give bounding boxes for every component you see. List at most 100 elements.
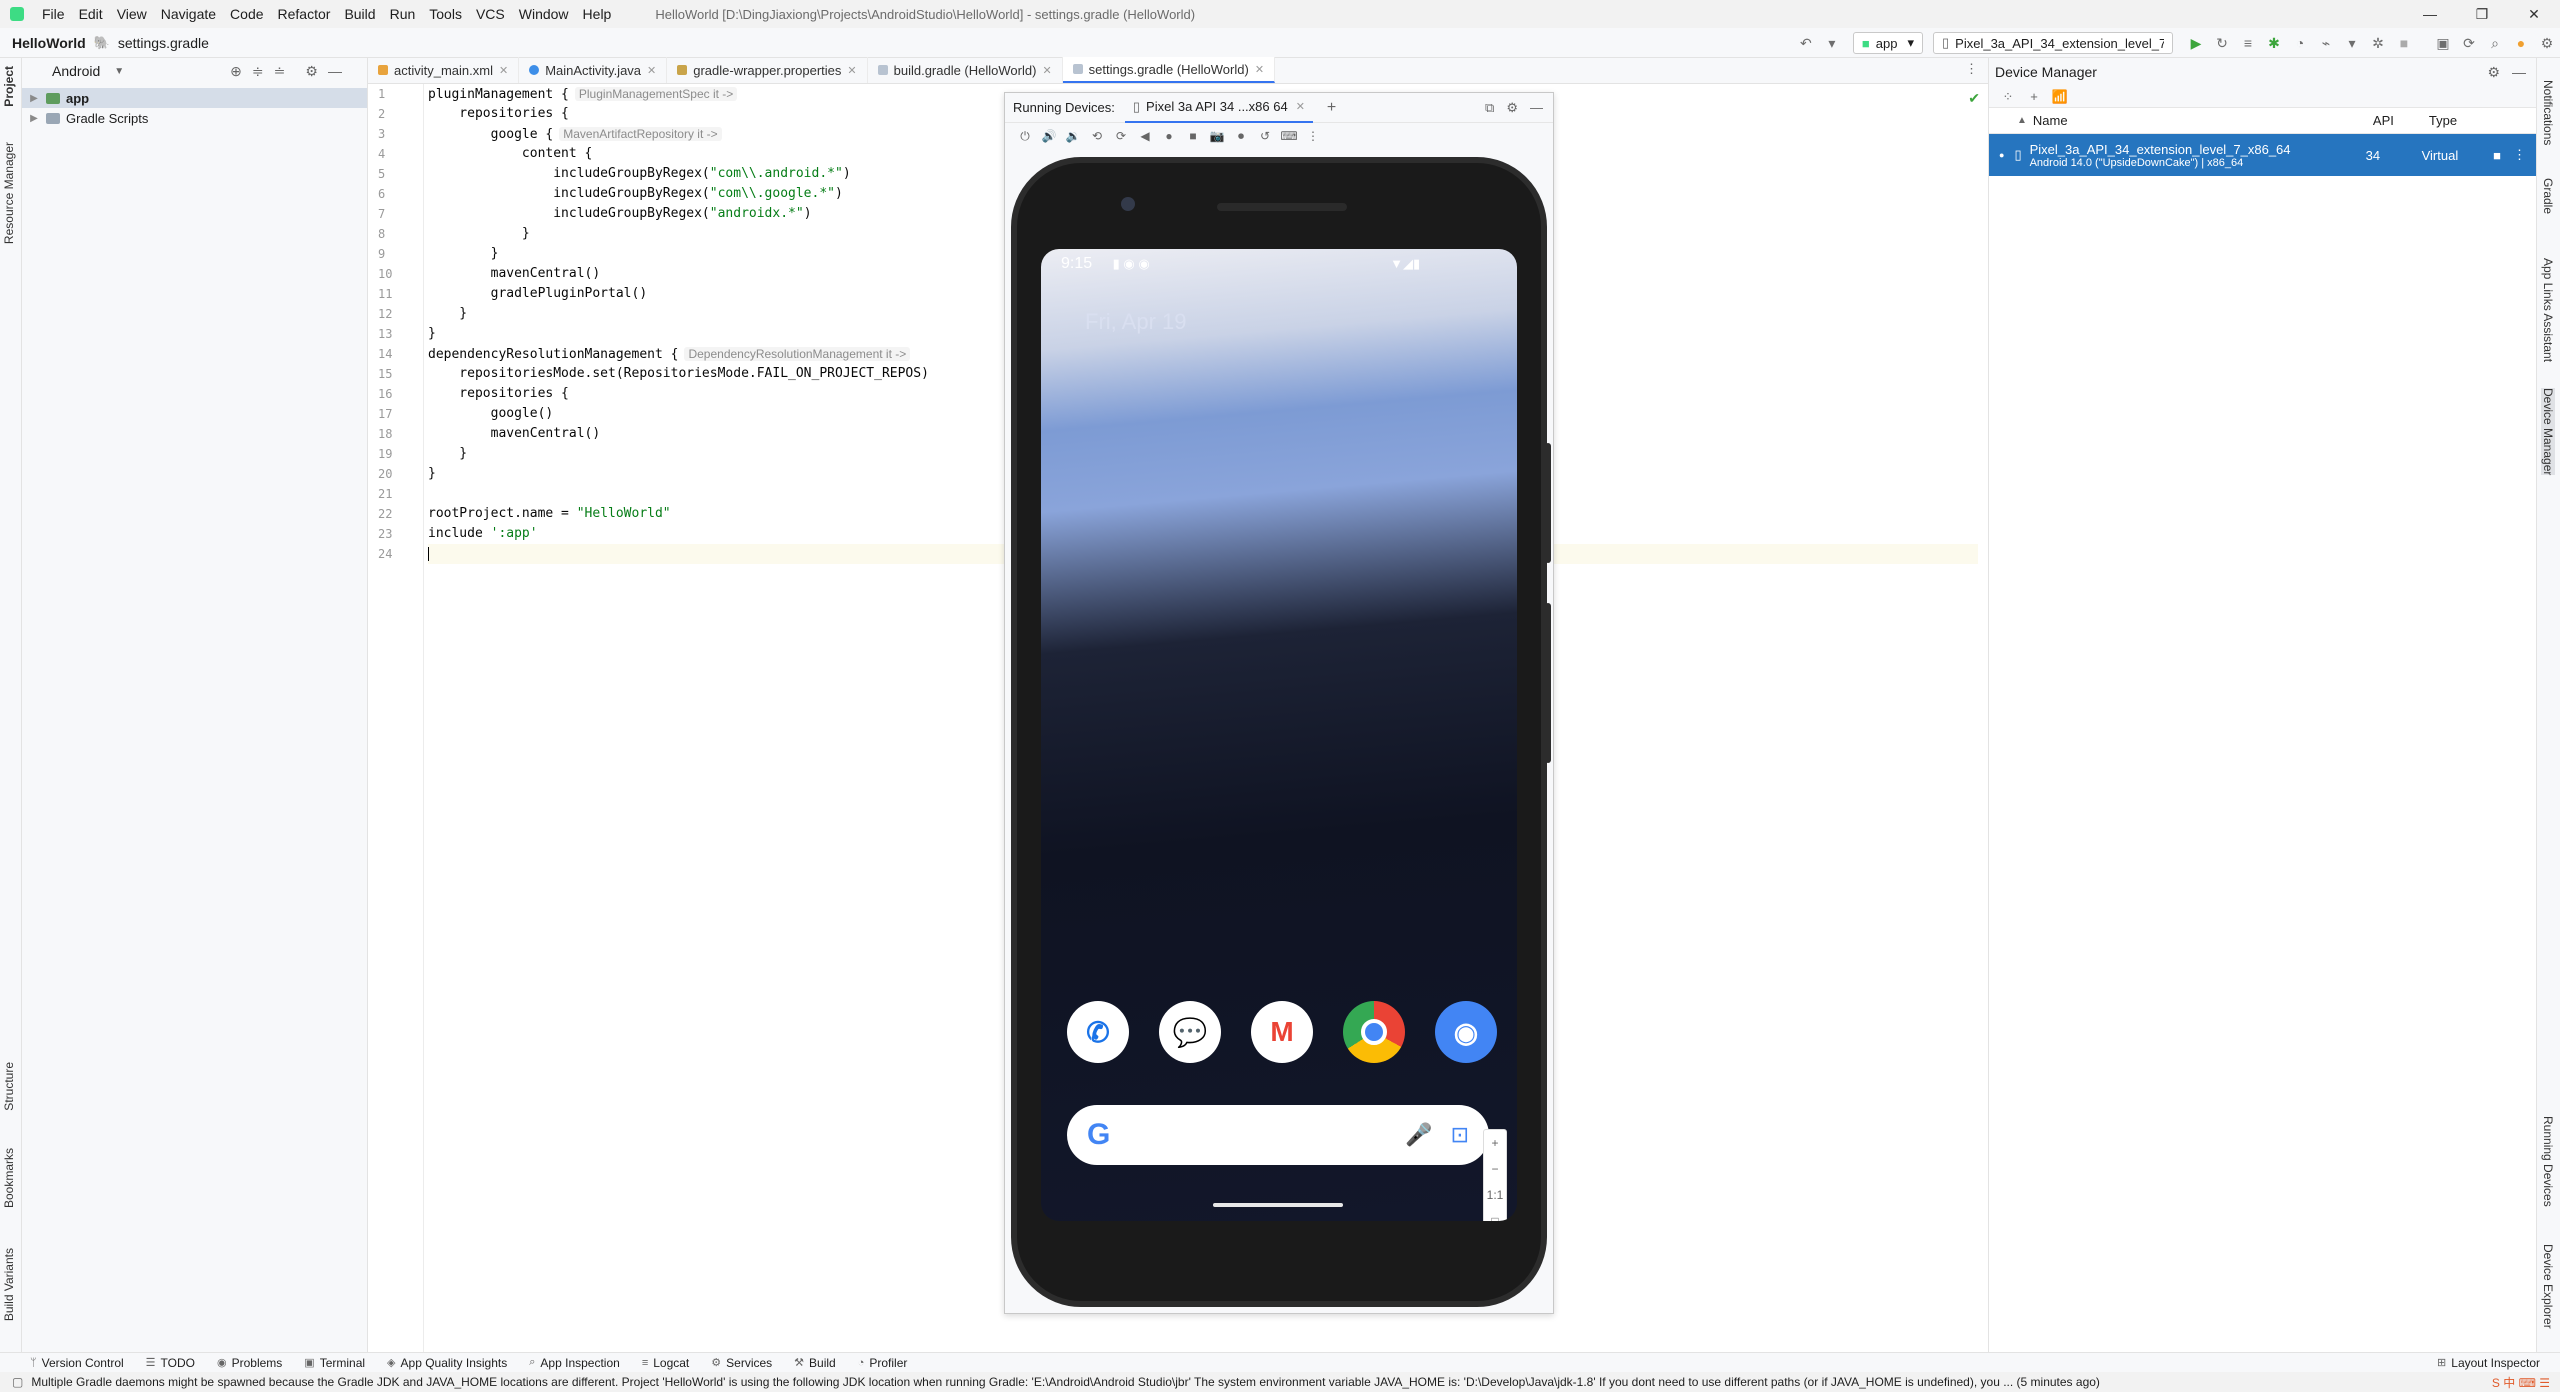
device-filter-icon[interactable]: ⁘ bbox=[1995, 89, 2021, 105]
menu-tools[interactable]: Tools bbox=[429, 6, 462, 22]
back-icon[interactable]: ◀ bbox=[1133, 129, 1157, 143]
menu-window[interactable]: Window bbox=[519, 6, 569, 22]
updates-icon[interactable]: ● bbox=[2511, 33, 2531, 53]
pair-wifi-icon[interactable]: 📶 bbox=[2047, 89, 2073, 105]
add-device-icon[interactable]: + bbox=[1327, 99, 1336, 117]
extended-controls-icon[interactable]: ⌨ bbox=[1277, 129, 1301, 143]
vcs-update-icon[interactable]: ↶ bbox=[1796, 33, 1816, 53]
more-options-icon[interactable]: ⋮ bbox=[2513, 147, 2526, 163]
settings-gear-icon[interactable]: ⚙ bbox=[2537, 33, 2557, 53]
minimize-icon[interactable]: — bbox=[1530, 100, 1543, 115]
add-device-icon[interactable]: + bbox=[2021, 89, 2047, 104]
tab-build-gradle[interactable]: build.gradle (HelloWorld) ✕ bbox=[868, 57, 1063, 83]
breadcrumb-project[interactable]: HelloWorld bbox=[12, 35, 86, 51]
device-select[interactable]: ▯ Pixel_3a_API_34_extension_level_7_x8..… bbox=[1933, 32, 2173, 54]
phone-app-icon[interactable]: ✆ bbox=[1067, 1001, 1129, 1063]
column-name[interactable]: Name bbox=[2033, 113, 2373, 128]
tool-window-device-explorer[interactable]: Device Explorer bbox=[2541, 1244, 2555, 1329]
tool-version-control[interactable]: ᛘ Version Control bbox=[30, 1356, 124, 1370]
maximize-icon[interactable]: ❐ bbox=[2456, 0, 2508, 28]
minimize-icon[interactable]: — bbox=[2404, 0, 2456, 28]
gesture-nav-handle[interactable] bbox=[1213, 1203, 1343, 1207]
chevron-right-icon[interactable]: ▶ bbox=[26, 113, 42, 124]
zoom-fit-button[interactable]: □ bbox=[1484, 1208, 1506, 1221]
menu-build[interactable]: Build bbox=[344, 6, 375, 22]
tool-window-build-variants[interactable]: Build Variants bbox=[2, 1248, 16, 1321]
more-run-icon[interactable]: ⌁ bbox=[2316, 33, 2336, 53]
sort-up-icon[interactable]: ▲ bbox=[2017, 115, 2027, 126]
tool-problems[interactable]: ◉ Problems bbox=[217, 1356, 282, 1370]
search-icon[interactable]: ⌕ bbox=[2485, 33, 2505, 53]
device-tab[interactable]: ▯ Pixel 3a API 34 ...x86 64 ✕ bbox=[1124, 93, 1313, 123]
more-tabs-icon[interactable]: ⋮ bbox=[1965, 61, 1978, 77]
project-view-select[interactable]: Android bbox=[52, 63, 100, 79]
settings-gear-icon[interactable]: ⚙ bbox=[1506, 100, 1518, 116]
camera-app-icon[interactable]: ◉ bbox=[1435, 1001, 1497, 1063]
volume-down-icon[interactable]: 🔉 bbox=[1061, 129, 1085, 143]
tree-item-app[interactable]: ▶ app bbox=[22, 88, 367, 108]
hide-icon[interactable]: — bbox=[2512, 64, 2526, 80]
chevron-down-icon[interactable]: ▾ bbox=[1822, 33, 1842, 53]
zoom-out-button[interactable]: − bbox=[1484, 1156, 1506, 1182]
device-row[interactable]: ● ▯ Pixel_3a_API_34_extension_level_7_x8… bbox=[1989, 134, 2536, 176]
tool-build[interactable]: ⚒ Build bbox=[794, 1356, 836, 1370]
menu-view[interactable]: View bbox=[117, 6, 147, 22]
rerun-icon[interactable]: ↻ bbox=[2212, 33, 2232, 53]
close-icon[interactable]: ✕ bbox=[847, 64, 856, 77]
snapshot-icon[interactable]: ↺ bbox=[1253, 129, 1277, 143]
tool-window-notifications[interactable]: Notifications bbox=[2541, 80, 2555, 145]
column-type[interactable]: Type bbox=[2429, 113, 2457, 128]
close-icon[interactable]: ✕ bbox=[2508, 0, 2560, 28]
stop-device-icon[interactable]: ■ bbox=[2493, 148, 2501, 163]
run-icon[interactable]: ▶ bbox=[2186, 33, 2206, 53]
menu-refactor[interactable]: Refactor bbox=[278, 6, 331, 22]
close-icon[interactable]: ✕ bbox=[647, 64, 656, 77]
chevron-right-icon[interactable]: ▶ bbox=[26, 93, 42, 104]
sync-gradle-icon[interactable]: ⟳ bbox=[2459, 33, 2479, 53]
debug-icon[interactable]: ✱ bbox=[2264, 33, 2284, 53]
locate-icon[interactable]: ⊕ bbox=[230, 63, 242, 80]
settings-gear-icon[interactable]: ⚙ bbox=[2487, 64, 2500, 81]
tool-window-project[interactable]: Project bbox=[2, 66, 16, 107]
tool-terminal[interactable]: ▣ Terminal bbox=[304, 1356, 365, 1370]
rotate-right-icon[interactable]: ⟳ bbox=[1109, 129, 1133, 143]
profile-icon[interactable]: ◔ bbox=[2290, 33, 2310, 53]
chevron-down-icon[interactable]: ▼ bbox=[114, 66, 124, 77]
apply-changes-icon[interactable]: ≡ bbox=[2238, 33, 2258, 53]
tool-window-structure[interactable]: Structure bbox=[2, 1062, 16, 1111]
messages-app-icon[interactable]: 💬 bbox=[1159, 1001, 1221, 1063]
detach-window-icon[interactable]: ⧉ bbox=[1485, 100, 1494, 116]
tab-activity-main-xml[interactable]: activity_main.xml ✕ bbox=[368, 57, 520, 83]
tool-layout-inspector[interactable]: ⊞ Layout Inspector bbox=[2437, 1356, 2540, 1370]
google-search-bar[interactable]: G 🎤 ⊡ bbox=[1067, 1105, 1489, 1165]
options-gear-icon[interactable]: ⚙ bbox=[305, 63, 318, 80]
more-options-icon[interactable]: ⋮ bbox=[1301, 129, 1325, 143]
tool-logcat[interactable]: ≡ Logcat bbox=[642, 1356, 689, 1370]
tool-window-bookmarks[interactable]: Bookmarks bbox=[2, 1148, 16, 1208]
tool-window-gradle[interactable]: Gradle bbox=[2541, 178, 2555, 214]
notification-toggle-icon[interactable]: ▢ bbox=[12, 1375, 23, 1389]
status-message[interactable]: Multiple Gradle daemons might be spawned… bbox=[31, 1375, 2100, 1389]
tool-app-inspection[interactable]: ⌕ App Inspection bbox=[529, 1356, 620, 1370]
close-icon[interactable]: ✕ bbox=[1296, 100, 1305, 113]
tool-window-device-manager[interactable]: Device Manager bbox=[2541, 388, 2555, 476]
device-screen[interactable]: 9:15 ▮ ◉ ◉ ▼◢▮ Fri, Apr 19 ✆ 💬 M ◉ G 🎤 ⊡… bbox=[1041, 249, 1517, 1221]
tree-item-gradle-scripts[interactable]: ▶ Gradle Scripts bbox=[22, 108, 367, 128]
gmail-app-icon[interactable]: M bbox=[1251, 1001, 1313, 1063]
menu-code[interactable]: Code bbox=[230, 6, 263, 22]
tool-todo[interactable]: ☰ TODO bbox=[146, 1356, 195, 1370]
power-icon[interactable]: ⏻ bbox=[1013, 129, 1037, 144]
chrome-app-icon[interactable] bbox=[1343, 1001, 1405, 1063]
close-icon[interactable]: ✕ bbox=[1042, 64, 1051, 77]
tab-gradle-wrapper-properties[interactable]: gradle-wrapper.properties ✕ bbox=[667, 57, 868, 83]
home-icon[interactable]: ● bbox=[1157, 129, 1181, 143]
screen-record-icon[interactable]: ⏺ bbox=[1229, 129, 1253, 144]
close-icon[interactable]: ✕ bbox=[499, 64, 508, 77]
tab-mainactivity-java[interactable]: MainActivity.java ✕ bbox=[519, 57, 668, 83]
close-icon[interactable]: ✕ bbox=[1255, 63, 1264, 76]
stop-icon[interactable]: ■ bbox=[2394, 33, 2414, 53]
menu-vcs[interactable]: VCS bbox=[476, 6, 505, 22]
tool-window-app-links-assistant[interactable]: App Links Assistant bbox=[2541, 258, 2555, 362]
zoom-actual-size-button[interactable]: 1:1 bbox=[1484, 1182, 1506, 1208]
rotate-left-icon[interactable]: ⟲ bbox=[1085, 129, 1109, 143]
